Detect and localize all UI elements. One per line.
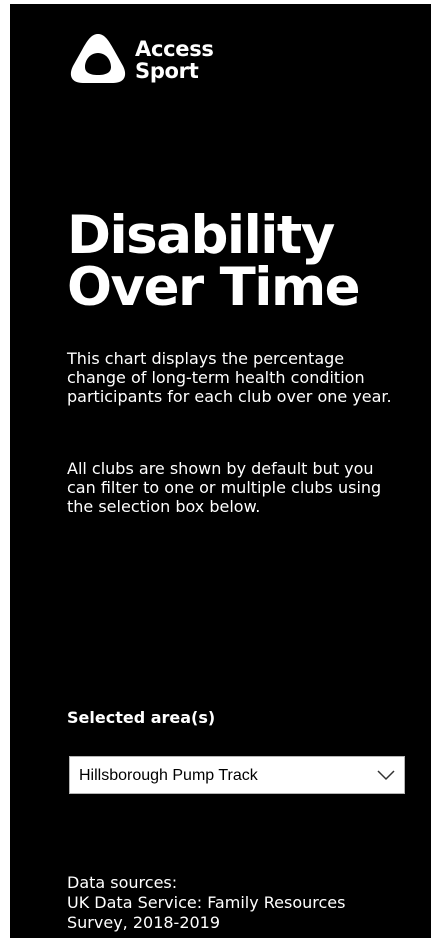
page-title-line2: Over Time	[67, 257, 361, 318]
access-sport-logo-icon	[70, 34, 126, 83]
area-select-value: Hillsborough Pump Track	[79, 767, 258, 784]
brand-name: Access Sport	[135, 38, 214, 82]
area-select-label: Selected area(s)	[67, 708, 216, 727]
side-panel: Access Sport Disability Over Time This c…	[10, 4, 431, 938]
chevron-down-icon[interactable]	[377, 769, 395, 781]
data-sources-heading: Data sources:	[67, 873, 178, 892]
page-title: Disability Over Time	[67, 209, 427, 314]
brand-name-line2: Sport	[135, 59, 199, 83]
data-sources-line1: UK Data Service: Family Resources	[67, 893, 346, 912]
description-paragraph-1: This chart displays the percentage chang…	[67, 349, 392, 406]
data-sources: Data sources: UK Data Service: Family Re…	[67, 873, 407, 933]
data-sources-line2: Survey, 2018-2019	[67, 913, 221, 932]
brand-name-line1: Access	[135, 37, 214, 61]
brand-logo: Access Sport	[68, 28, 218, 88]
area-select-dropdown[interactable]: Hillsborough Pump Track	[69, 756, 405, 794]
description-paragraph-2: All clubs are shown by default but you c…	[67, 459, 382, 516]
